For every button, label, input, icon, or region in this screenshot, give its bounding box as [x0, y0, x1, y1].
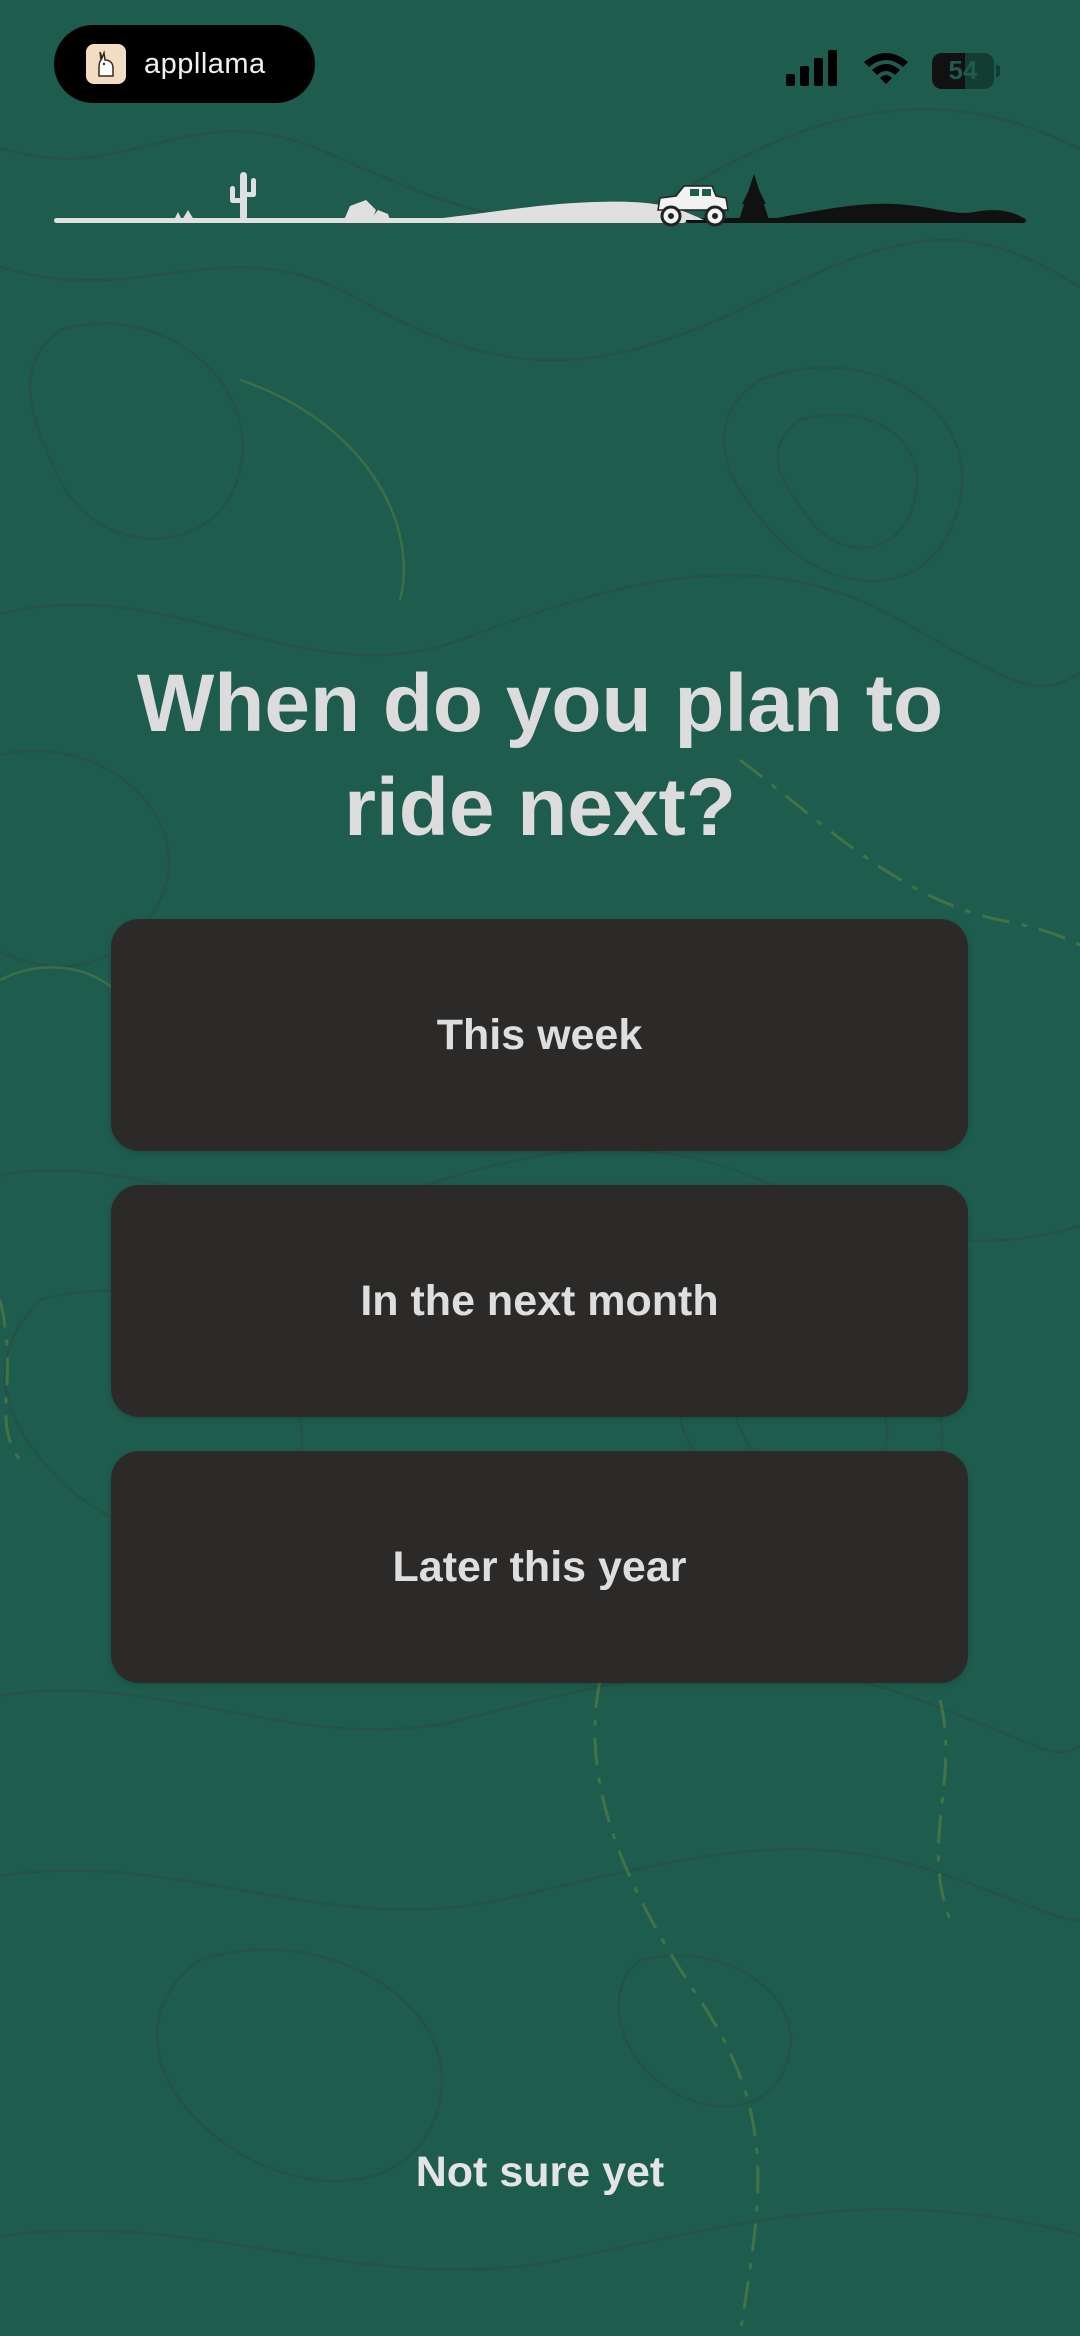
- option-next-month-button[interactable]: In the next month: [111, 1185, 968, 1417]
- brand-pill: appllama: [54, 25, 315, 103]
- status-bar: appllama 54: [0, 0, 1080, 130]
- option-this-week-button[interactable]: This week: [111, 919, 968, 1151]
- progress-scene: [54, 172, 1026, 227]
- battery-level: 54: [948, 55, 978, 85]
- not-sure-yet-link[interactable]: Not sure yet: [0, 2148, 1080, 2197]
- llama-logo-icon: [86, 44, 126, 84]
- dark-hills: [764, 203, 1026, 220]
- battery-icon: 54: [932, 52, 1002, 89]
- battery-body: 54: [932, 52, 994, 89]
- pine-tree-icon: [739, 174, 769, 222]
- cellular-signal-icon: [786, 50, 840, 91]
- battery-tip: [996, 64, 1000, 77]
- answer-options: This week In the next month Later this y…: [111, 919, 968, 1717]
- cactus-icon: [230, 172, 256, 220]
- brand-name: appllama: [144, 47, 266, 80]
- rocks-icon: [344, 200, 390, 220]
- option-later-this-year-button[interactable]: Later this year: [111, 1451, 968, 1683]
- small-rocks-icon: [174, 210, 194, 220]
- wifi-icon: [862, 50, 910, 91]
- question-title: When do you plan to ride next?: [136, 658, 944, 853]
- status-icons: 54: [786, 50, 1002, 91]
